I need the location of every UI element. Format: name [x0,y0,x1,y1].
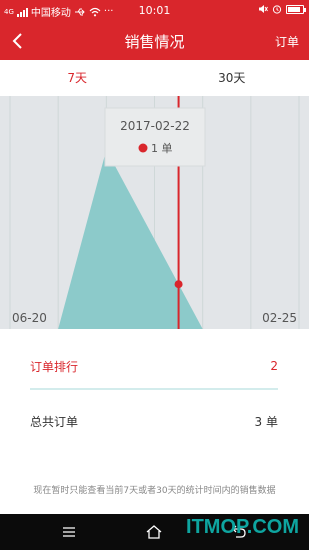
mute-icon [259,5,268,13]
highlight-point [174,280,183,289]
tooltip-date: 2017-02-22 [120,119,190,133]
total-orders-value: 3 单 [254,414,278,429]
sales-chart-svg: 2017-02-22 1 单 06-20 02-25 [9,96,300,329]
sales-chart[interactable]: 2017-02-22 1 单 06-20 02-25 [0,96,309,329]
order-ranking-row[interactable]: 订单排行 2 [30,344,278,390]
x-end-label: 02-25 [262,311,297,325]
footnote-text: 现在暂时只能查看当前7天或者30天的统计时间内的销售数据 [33,486,276,496]
tooltip-marker [138,143,148,153]
total-orders-label: 总共订单 [30,414,79,429]
tab-30-days[interactable]: 30天 [155,60,310,96]
alarm-icon [272,5,282,14]
order-ranking-value: 2 [270,359,278,373]
x-start-label: 06-20 [12,311,47,325]
battery-icon [286,4,306,14]
nav-bar: 销售情况 订单 [0,22,309,60]
total-orders-row: 总共订单 3 单 [30,398,278,444]
status-right [258,4,306,14]
sales-screen: 4G 中国移动 ··· 10:01 销售情况 订单 7天 30天 2017-02… [0,0,309,550]
order-ranking-label: 订单排行 [30,359,79,374]
tooltip-value: 1 单 [151,142,173,155]
tab-7-days[interactable]: 7天 [0,60,155,96]
home-icon[interactable] [144,522,164,542]
watermark-text: ITMOP.COM [186,516,299,538]
tooltip-box [104,107,206,167]
range-tabs: 7天 30天 [0,60,309,96]
page-title: 销售情况 [124,33,185,51]
orders-button[interactable]: 订单 [275,33,299,50]
menu-icon[interactable] [59,522,79,542]
status-bar: 4G 中国移动 ··· 10:01 [0,0,309,22]
watermark-logo: ITMOP.COM [186,516,299,539]
